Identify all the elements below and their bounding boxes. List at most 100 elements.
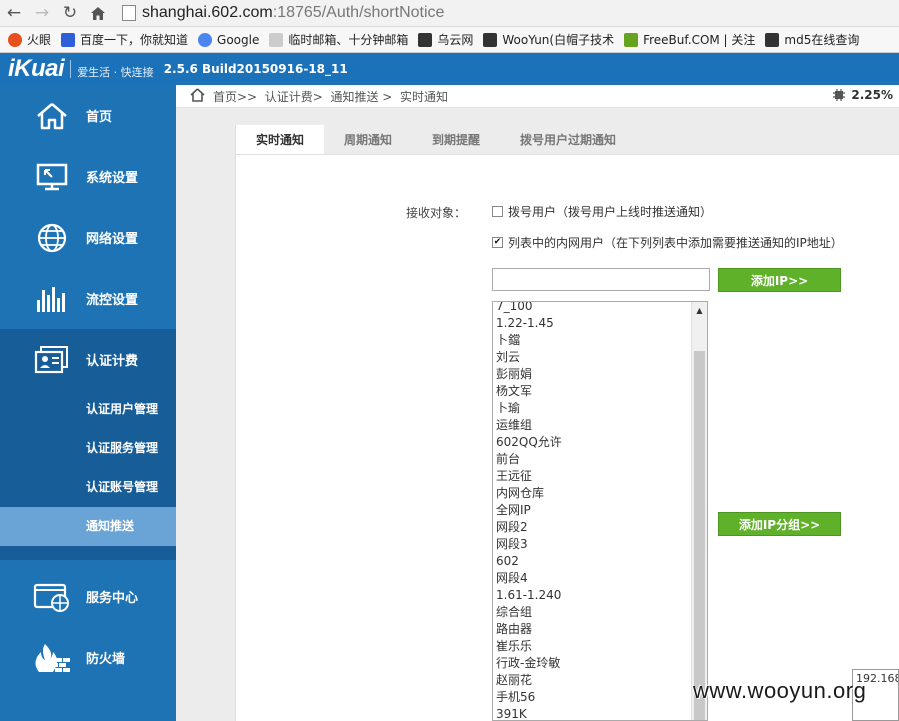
breadcrumb-current: 实时通知 [399, 89, 448, 104]
sidebar-item-auth[interactable]: 认证计费 [0, 329, 176, 390]
baidu-icon [61, 32, 76, 47]
list-item[interactable]: 刘云 [493, 349, 691, 366]
option-lan-label: 列表中的内网用户（在下列列表中添加需要推送通知的IP地址） [508, 236, 843, 250]
sidebar-item-service[interactable]: 服务中心 [0, 566, 176, 627]
sidebar-item-home[interactable]: 首页 [0, 85, 176, 146]
ip-group-list[interactable]: 7_100 1.22-1.45 卜鐺 刘云 彭丽娟 杨文军 卜瑜 运维组 602QQ允许 前台 王远… [492, 301, 708, 721]
breadcrumb-notify[interactable]: 通知推送 > [330, 88, 392, 105]
sidebar-item-firewall[interactable]: 防火墙 [0, 627, 176, 688]
list-item[interactable]: 彭丽娟 [493, 366, 691, 383]
cpu-icon [833, 89, 846, 101]
bookmark-label: 火眼 [27, 33, 52, 47]
service-icon [32, 579, 72, 615]
scroll-up-icon[interactable]: ▲ [692, 302, 707, 318]
bookmark-item[interactable]: md5在线查询 [765, 31, 859, 48]
list-scrollbar[interactable]: ▲ [691, 302, 707, 720]
notify-panel: 实时通知 周期通知 到期提醒 拨号用户过期通知 接收对象： 拨号用户（拨号用户上… [235, 125, 899, 721]
monitor-icon [32, 159, 72, 195]
list-item[interactable]: 1.22-1.45 [493, 315, 691, 332]
back-button[interactable]: ← [0, 0, 28, 27]
add-ip-button[interactable]: 添加IP>> [718, 268, 841, 292]
option-dial-users[interactable]: 拨号用户（拨号用户上线时推送通知） [492, 203, 712, 220]
list-item[interactable]: 7_100 [493, 302, 691, 315]
list-item[interactable]: 内网仓库 [493, 485, 691, 502]
option-lan-users[interactable]: ✔ 列表中的内网用户（在下列列表中添加需要推送通知的IP地址） [492, 234, 843, 251]
sidebar-item-label: 流控设置 [86, 293, 139, 308]
list-item[interactable]: 崔乐乐 [493, 638, 691, 655]
logo: iKuai [8, 55, 65, 82]
list-item[interactable]: 行政-金玲敏 [493, 655, 691, 672]
firewall-icon [32, 640, 72, 676]
list-item[interactable]: 网段3 [493, 536, 691, 553]
bookmark-item[interactable]: 乌云网 [418, 31, 473, 48]
bookmark-label: 乌云网 [437, 33, 474, 47]
list-item[interactable]: 前台 [493, 451, 691, 468]
url-path: :18765/Auth/shortNotice [272, 4, 445, 21]
list-item[interactable]: 网段2 [493, 519, 691, 536]
sidebar-item-label: 首页 [86, 110, 113, 125]
lan-users-checkbox[interactable]: ✔ [492, 237, 503, 248]
breadcrumb-home[interactable]: 首页>> [213, 88, 257, 105]
sidebar-subitem-auth-users[interactable]: 认证用户管理 [0, 390, 176, 429]
slogan: 爱生活 · 快连接 [77, 66, 154, 79]
list-item[interactable]: 运维组 [493, 417, 691, 434]
sidebar-item-flow[interactable]: 流控设置 [0, 268, 176, 329]
option-dial-label: 拨号用户（拨号用户上线时推送通知） [508, 205, 713, 219]
home-icon[interactable] [190, 87, 205, 105]
tab-dial-expiry[interactable]: 拨号用户过期通知 [500, 125, 636, 154]
sidebar-subitem-auth-service[interactable]: 认证服务管理 [0, 429, 176, 468]
address-bar: ← → ↻ shanghai.602.com:18765/Auth/shortN… [0, 0, 899, 27]
tab-expiry[interactable]: 到期提醒 [412, 125, 500, 154]
bookmark-label: md5在线查询 [784, 33, 860, 47]
bookmark-label: FreeBuf.COM | 关注 [643, 33, 756, 47]
bookmarks-bar: 火眼 百度一下，你就知道 Google 临时邮箱、十分钟邮箱 乌云网 WooYu… [0, 27, 899, 53]
list-item[interactable]: 杨文军 [493, 383, 691, 400]
bookmark-item[interactable]: Google [198, 32, 260, 47]
bookmark-item[interactable]: 临时邮箱、十分钟邮箱 [269, 31, 408, 48]
list-item[interactable]: 卜鐺 [493, 332, 691, 349]
url-field[interactable]: shanghai.602.com:18765/Auth/shortNotice [142, 4, 444, 22]
list-item[interactable]: 手机56 [493, 689, 691, 706]
ip-input[interactable] [492, 268, 710, 291]
url-host: shanghai.602.com [142, 4, 273, 21]
cpu-usage-value: 2.25% [851, 88, 893, 102]
list-item[interactable]: 1.61-1.240 [493, 587, 691, 604]
sidebar-item-label: 系统设置 [86, 171, 139, 186]
sidebar-subitem-notify-push[interactable]: 通知推送 [0, 507, 176, 546]
reload-button[interactable]: ↻ [56, 0, 84, 27]
sidebar-subitem-auth-accounts[interactable]: 认证账号管理 [0, 468, 176, 507]
breadcrumb-auth[interactable]: 认证计费> [265, 88, 323, 105]
bars-icon [32, 281, 72, 317]
globe-icon [32, 220, 72, 256]
home-button[interactable] [84, 0, 112, 27]
tab-periodic[interactable]: 周期通知 [324, 125, 412, 154]
sidebar-item-network[interactable]: 网络设置 [0, 207, 176, 268]
sidebar: 首页 系统设置 网络设置 流控设置 认证计费 认证用户管理 认证服务管理 认证账… [0, 85, 176, 721]
list-item[interactable]: 602QQ允许 [493, 434, 691, 451]
tab-realtime[interactable]: 实时通知 [236, 125, 325, 154]
receiver-label: 接收对象： [406, 206, 467, 220]
bookmark-item[interactable]: WooYun(白帽子技术 [483, 31, 614, 48]
bookmark-item[interactable]: 百度一下，你就知道 [61, 31, 188, 48]
list-item[interactable]: 全网IP [493, 502, 691, 519]
scroll-thumb[interactable] [694, 351, 705, 720]
sidebar-item-system[interactable]: 系统设置 [0, 146, 176, 207]
dial-users-checkbox[interactable] [492, 206, 503, 217]
add-ip-group-button[interactable]: 添加IP分组>> [718, 512, 841, 536]
main-content: 实时通知 周期通知 到期提醒 拨号用户过期通知 接收对象： 拨号用户（拨号用户上… [176, 108, 899, 721]
bookmark-item[interactable]: 火眼 [8, 31, 51, 48]
list-item[interactable]: 602 [493, 553, 691, 570]
list-item[interactable]: 赵丽花 [493, 672, 691, 689]
bookmark-item[interactable]: FreeBuf.COM | 关注 [624, 31, 755, 48]
page-icon [269, 32, 284, 47]
list-item[interactable]: 王远征 [493, 468, 691, 485]
list-item[interactable]: 391K [493, 706, 691, 720]
bookmark-label: Google [217, 32, 260, 47]
bookmark-label: WooYun(白帽子技术 [502, 33, 615, 47]
list-item[interactable]: 卜瑜 [493, 400, 691, 417]
list-item[interactable]: 网段4 [493, 570, 691, 587]
forward-button[interactable]: → [28, 0, 56, 27]
home-icon [32, 98, 72, 134]
list-item[interactable]: 综合组 [493, 604, 691, 621]
list-item[interactable]: 路由器 [493, 621, 691, 638]
